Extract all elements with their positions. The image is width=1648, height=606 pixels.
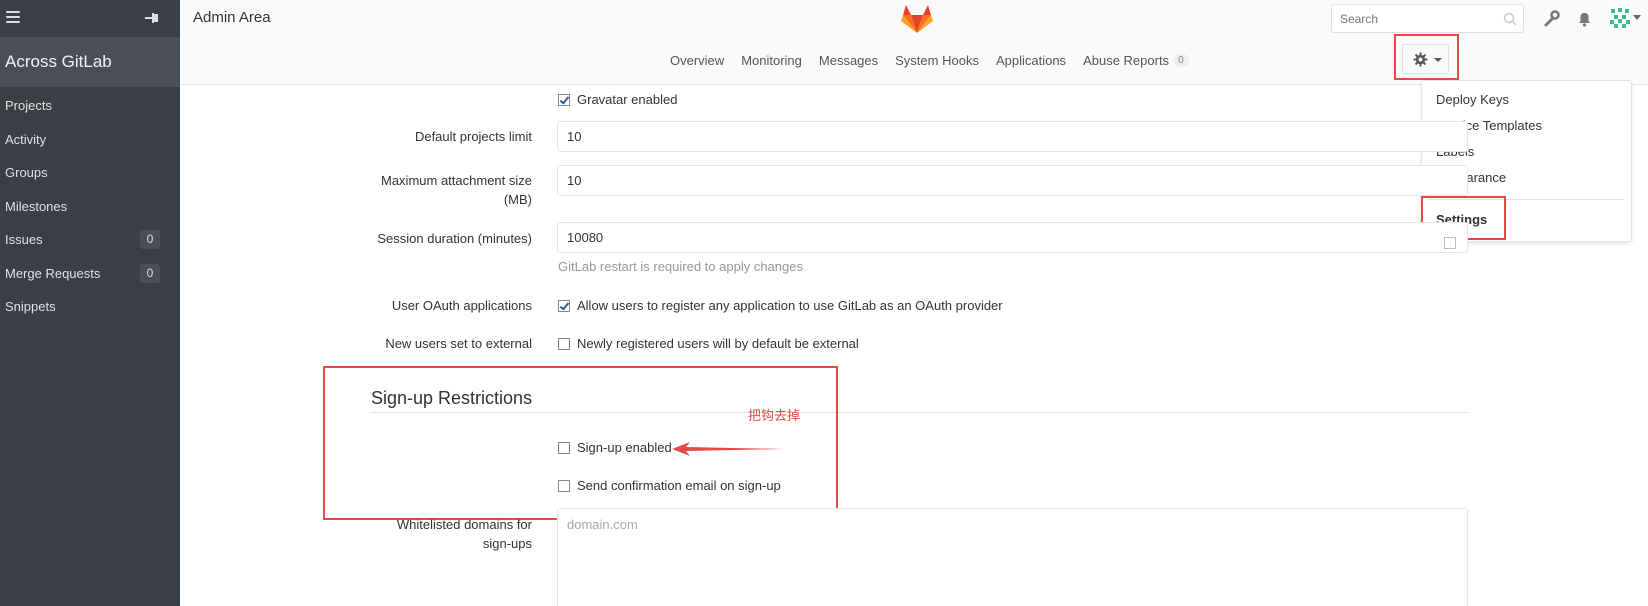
sidebar-item-groups[interactable]: Groups	[0, 156, 180, 190]
gravatar-checkbox[interactable]	[558, 93, 570, 106]
wrench-icon[interactable]	[1543, 10, 1560, 27]
search-input[interactable]	[1332, 5, 1492, 32]
pin-icon[interactable]	[140, 9, 160, 27]
sidebar-item-label: Issues	[5, 232, 43, 248]
bell-icon[interactable]	[1576, 10, 1593, 27]
tab-system-hooks[interactable]: System Hooks	[895, 53, 979, 68]
highlight-box-signup	[323, 366, 838, 520]
gravatar-row: Gravatar enabled	[558, 92, 677, 107]
sidebar-item-label: Projects	[5, 98, 52, 114]
search-icon	[1503, 12, 1517, 26]
whitelist-label-line1: Whitelisted domains for	[396, 517, 532, 532]
whitelist-label-line2: sign-ups	[482, 536, 532, 551]
max-attachment-label-line2: (MB)	[503, 192, 532, 207]
tab-monitoring[interactable]: Monitoring	[741, 53, 802, 68]
page-title: Admin Area	[193, 9, 271, 26]
session-duration-help: GitLab restart is required to apply chan…	[558, 259, 803, 274]
issues-count-badge: 0	[140, 230, 160, 250]
tab-label: Abuse Reports	[1083, 53, 1170, 68]
sidebar-nav: Projects Activity Groups Milestones Issu…	[0, 87, 180, 324]
sidebar-item-label: Merge Requests	[5, 265, 101, 281]
top-header: Admin Area	[180, 0, 1648, 37]
external-users-checkbox[interactable]	[558, 337, 570, 350]
sidebar-group-title[interactable]: Across GitLab	[0, 37, 180, 87]
sidebar-top	[0, 0, 180, 37]
user-avatar[interactable]	[1609, 7, 1631, 29]
sidebar-item-projects[interactable]: Projects	[0, 89, 180, 123]
external-users-label: New users set to external	[385, 336, 532, 351]
max-attachment-label-line1: Maximum attachment size	[381, 173, 532, 188]
oauth-row: Allow users to register any application …	[558, 298, 1003, 313]
tab-applications[interactable]: Applications	[996, 53, 1066, 68]
external-users-row: Newly registered users will by default b…	[558, 336, 859, 351]
search-box[interactable]	[1331, 4, 1524, 33]
tab-abuse-reports[interactable]: Abuse Reports 0	[1083, 53, 1189, 68]
sidebar-item-merge-requests[interactable]: Merge Requests 0	[0, 257, 180, 291]
sidebar-item-label: Snippets	[5, 299, 56, 315]
gitlab-logo-icon[interactable]	[900, 2, 934, 34]
whitelist-domains-textarea[interactable]	[557, 508, 1468, 606]
hamburger-menu-icon[interactable]	[6, 11, 20, 23]
sidebar-item-activity[interactable]: Activity	[0, 123, 180, 157]
sidebar-item-issues[interactable]: Issues 0	[0, 223, 180, 257]
menu-item-deploy-keys[interactable]: Deploy Keys	[1436, 92, 1509, 107]
merge-requests-count-badge: 0	[140, 263, 160, 283]
stepper-icon[interactable]	[1444, 237, 1456, 249]
highlight-box-gear	[1394, 34, 1459, 80]
session-duration-label: Session duration (minutes)	[377, 231, 532, 246]
abuse-reports-count-badge: 0	[1173, 54, 1189, 67]
tab-overview[interactable]: Overview	[670, 53, 724, 68]
chevron-down-icon[interactable]	[1633, 15, 1641, 20]
max-attachment-input[interactable]	[557, 165, 1468, 196]
gravatar-checkbox-label: Gravatar enabled	[577, 92, 678, 107]
sidebar-item-snippets[interactable]: Snippets	[0, 290, 180, 324]
oauth-checkbox-label: Allow users to register any application …	[577, 298, 1003, 313]
external-users-checkbox-label: Newly registered users will by default b…	[577, 336, 859, 351]
default-projects-limit-label: Default projects limit	[414, 129, 532, 144]
sidebar-item-label: Activity	[5, 131, 47, 147]
subnav-tabs: Overview Monitoring Messages System Hook…	[670, 53, 1206, 68]
session-duration-input[interactable]	[557, 222, 1468, 253]
default-projects-limit-input[interactable]	[557, 121, 1468, 152]
oauth-checkbox[interactable]	[558, 299, 570, 312]
sidebar-item-milestones[interactable]: Milestones	[0, 190, 180, 224]
sidebar: Across GitLab Projects Activity Groups M…	[0, 0, 180, 606]
sidebar-item-label: Milestones	[5, 198, 68, 214]
oauth-label: User OAuth applications	[391, 298, 532, 313]
sidebar-item-label: Groups	[5, 165, 48, 181]
tab-messages[interactable]: Messages	[819, 53, 878, 68]
